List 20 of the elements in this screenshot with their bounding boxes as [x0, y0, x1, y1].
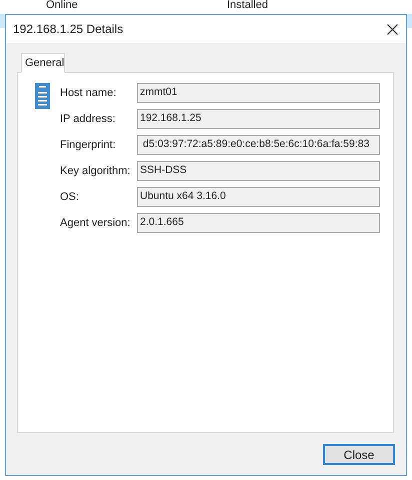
read-only-field[interactable]: 2.0.1.665 — [137, 213, 380, 233]
read-only-field[interactable]: zmmt01 — [137, 83, 380, 103]
read-only-field[interactable]: 192.168.1.25 — [137, 109, 380, 129]
read-only-field[interactable]: Ubuntu x64 3.16.0 — [137, 187, 380, 207]
field-label: OS: — [60, 190, 80, 205]
table-cell-text: Online — [46, 0, 78, 14]
field-label: Agent version: — [60, 216, 132, 231]
close-button[interactable]: Close — [323, 444, 395, 465]
window-title: 192.168.1.25 Details — [13, 21, 124, 38]
server-icon — [35, 83, 50, 109]
field-label: Key algorithm: — [60, 164, 132, 179]
read-only-field[interactable]: d5:03:97:72:a5:89:e0:ce:b8:5e:6c:10:6a:fa:59:83 — [137, 135, 380, 155]
field-label: Host name: — [60, 86, 118, 101]
close-icon[interactable] — [387, 24, 398, 34]
read-only-field[interactable]: SSH-DSS — [137, 161, 380, 181]
table-cell-text: Installed — [227, 0, 268, 14]
list-row[interactable]: Online Installed — [0, 0, 412, 14]
field-label: Fingerprint: — [60, 138, 117, 153]
tab[interactable]: General — [21, 53, 65, 73]
field-label: IP address: — [60, 112, 116, 127]
